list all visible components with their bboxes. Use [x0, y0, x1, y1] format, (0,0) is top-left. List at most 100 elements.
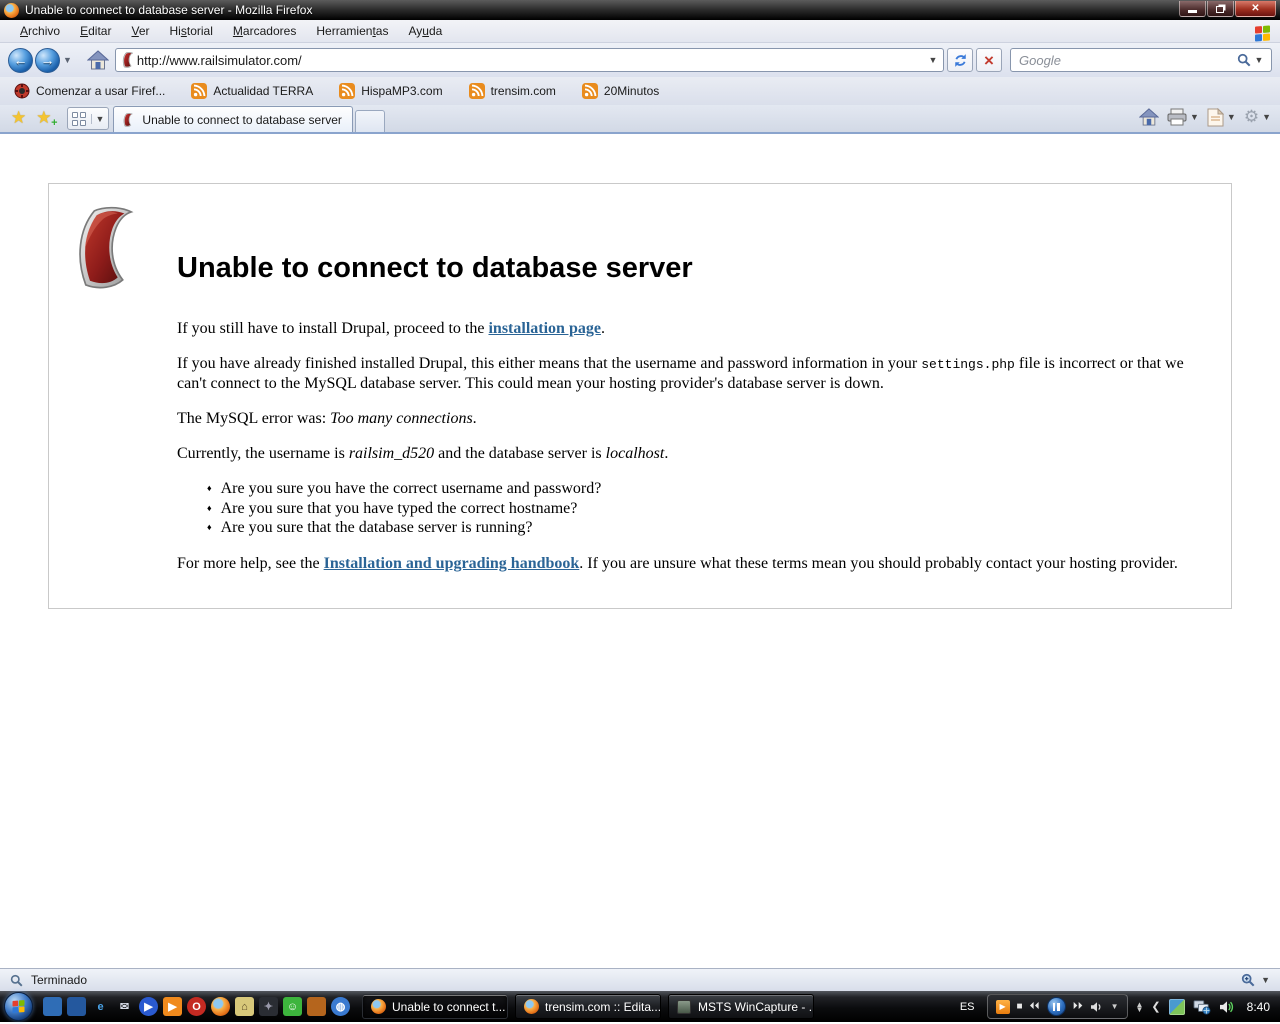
status-search-icon: [10, 974, 23, 987]
globe-icon[interactable]: ◍: [331, 997, 350, 1016]
settings-gear-button[interactable]: ⚙ ▼: [1241, 105, 1274, 129]
taskbar-window-msts-wincapture-[interactable]: MSTS WinCapture - ...: [668, 994, 814, 1019]
back-button[interactable]: ←: [8, 48, 33, 73]
menu-items: ArchivoEditarVerHistorialMarcadoresHerra…: [10, 21, 452, 41]
stop-media-button[interactable]: ■: [1017, 1001, 1023, 1012]
home-button[interactable]: [87, 50, 109, 70]
status-bar: Terminado ▼: [0, 968, 1280, 991]
zoom-icon[interactable]: [1241, 973, 1255, 987]
flip3d-icon[interactable]: [67, 997, 86, 1016]
url-dropdown-icon[interactable]: ▼: [925, 50, 941, 70]
check-list-item: Are you sure you have the correct userna…: [207, 479, 1213, 499]
tab-favicon: [122, 113, 136, 127]
menu-ver[interactable]: Ver: [121, 21, 159, 41]
mysql-error-value: Too many connections: [330, 410, 473, 427]
media-volume-icon[interactable]: [1090, 1001, 1104, 1013]
home-button-2[interactable]: [1136, 106, 1162, 128]
railsimulator-logo: [69, 204, 153, 292]
stop-button[interactable]: ×: [976, 48, 1002, 72]
firefox-icon[interactable]: [211, 997, 230, 1016]
opera-icon[interactable]: O: [187, 997, 206, 1016]
zoom-dropdown-icon[interactable]: ▼: [1261, 975, 1270, 985]
menu-editar[interactable]: Editar: [70, 21, 121, 41]
start-button[interactable]: [4, 992, 33, 1021]
navigation-toolbar: ← → ▼ ▼ × ▼: [0, 43, 1280, 77]
minimize-button[interactable]: [1179, 1, 1206, 17]
menu-herramientas[interactable]: Herramientas: [306, 21, 398, 41]
taskbar-window-trensim-com-edita-[interactable]: trensim.com :: Edita...: [515, 994, 661, 1019]
bookmark-label: 20Minutos: [604, 84, 659, 98]
mail-icon[interactable]: ✉: [115, 997, 134, 1016]
installation-page-link[interactable]: installation page: [488, 320, 600, 337]
search-icon[interactable]: [1237, 53, 1251, 67]
pause-button[interactable]: [1047, 997, 1066, 1016]
show-desktop-icon[interactable]: [43, 997, 62, 1016]
next-track-button[interactable]: ⏵⏵: [1073, 1001, 1083, 1012]
wincapture-icon: [676, 999, 692, 1015]
add-bookmark-icon[interactable]: ★+: [31, 106, 56, 130]
firefox-icon: [370, 999, 386, 1015]
messenger-icon[interactable]: ☺: [283, 997, 302, 1016]
show-hidden-icons-chevron[interactable]: ❮: [1151, 1000, 1160, 1013]
username-value: railsim_d520: [349, 445, 434, 462]
bookmark-20minutos[interactable]: 20Minutos: [580, 81, 661, 101]
windows-logo-icon: [1255, 22, 1270, 41]
bookmark-actualidad-terra[interactable]: Actualidad TERRA: [189, 81, 315, 101]
media-center-icon[interactable]: ▶: [163, 997, 182, 1016]
game-icon[interactable]: ✦: [259, 997, 278, 1016]
home-network-icon[interactable]: ⌂: [235, 997, 254, 1016]
internet-explorer-icon[interactable]: e: [91, 997, 110, 1016]
volume-icon[interactable]: [1219, 1000, 1235, 1014]
error-heading: Unable to connect to database server: [177, 252, 1213, 285]
menu-marcadores[interactable]: Marcadores: [223, 21, 306, 41]
bookmark-trensim-com[interactable]: trensim.com: [467, 81, 558, 101]
handbook-link[interactable]: Installation and upgrading handbook: [324, 555, 580, 572]
close-button[interactable]: ✕: [1235, 1, 1276, 17]
new-tab-stub[interactable]: [355, 110, 385, 132]
media-player-icon[interactable]: ▶: [996, 1000, 1010, 1014]
bookmark-hispamp3-com[interactable]: HispaMP3.com: [337, 81, 444, 101]
network-icon[interactable]: [1193, 999, 1211, 1015]
previous-track-button[interactable]: ⏴⏴: [1030, 1001, 1040, 1012]
screen: Unable to connect to database server - M…: [0, 0, 1280, 1024]
media-player-icon[interactable]: ▶: [139, 997, 158, 1016]
tab-list-button[interactable]: ▼: [67, 107, 110, 130]
toolbar-expand-icon[interactable]: ▲▼: [1136, 1002, 1144, 1012]
url-input[interactable]: [137, 53, 925, 68]
restore-button[interactable]: [1207, 1, 1234, 17]
rss-icon: [339, 83, 355, 99]
getting-started-icon: [14, 83, 30, 99]
bookmarks-toolbar: Comenzar a usar Firef... Actualidad TERRA…: [0, 77, 1280, 105]
task-button-label: trensim.com :: Edita...: [545, 1000, 661, 1014]
bookmark-comenzar-a-usar-firef-[interactable]: Comenzar a usar Firef...: [12, 81, 167, 101]
search-input[interactable]: [1019, 53, 1237, 68]
media-volume-dropdown-icon[interactable]: ▼: [1111, 1002, 1119, 1011]
menu-historial[interactable]: Historial: [160, 21, 223, 41]
bookmark-star-icon[interactable]: ★: [6, 106, 31, 130]
error-text: Unable to connect to database server If …: [49, 184, 1231, 573]
tab-unable-to-connect[interactable]: Unable to connect to database server: [113, 106, 353, 132]
home-icon: [87, 50, 109, 70]
forward-button[interactable]: →: [35, 48, 60, 73]
bookmark-label: HispaMP3.com: [361, 84, 442, 98]
media-toolbar: ▶ ■ ⏴⏴ ⏵⏵ ▼: [987, 994, 1128, 1019]
history-dropdown-icon[interactable]: ▼: [60, 55, 77, 65]
taskbar-window-unable-to-connect-t-[interactable]: Unable to connect t...: [362, 994, 508, 1019]
check-list: Are you sure you have the correct userna…: [177, 479, 1213, 538]
page-actions-button[interactable]: ▼: [1204, 106, 1239, 129]
tray-app-icon[interactable]: [1169, 999, 1185, 1015]
tab-label: Unable to connect to database server: [142, 113, 341, 127]
print-button[interactable]: ▼: [1164, 106, 1202, 128]
gear-icon: ⚙: [1244, 107, 1259, 127]
reload-button[interactable]: [947, 48, 973, 72]
language-indicator[interactable]: ES: [956, 999, 979, 1015]
menu-archivo[interactable]: Archivo: [10, 21, 70, 41]
clock[interactable]: 8:40: [1247, 1000, 1270, 1014]
check-list-item: Are you sure that the database server is…: [207, 518, 1213, 538]
printer-icon: [1167, 108, 1187, 126]
bookmark-label: Comenzar a usar Firef...: [36, 84, 165, 98]
menu-ayuda[interactable]: Ayuda: [398, 21, 452, 41]
fox-app-icon[interactable]: [307, 997, 326, 1016]
menu-bar: ArchivoEditarVerHistorialMarcadoresHerra…: [0, 20, 1280, 43]
search-engine-dropdown-icon[interactable]: ▼: [1251, 50, 1267, 70]
